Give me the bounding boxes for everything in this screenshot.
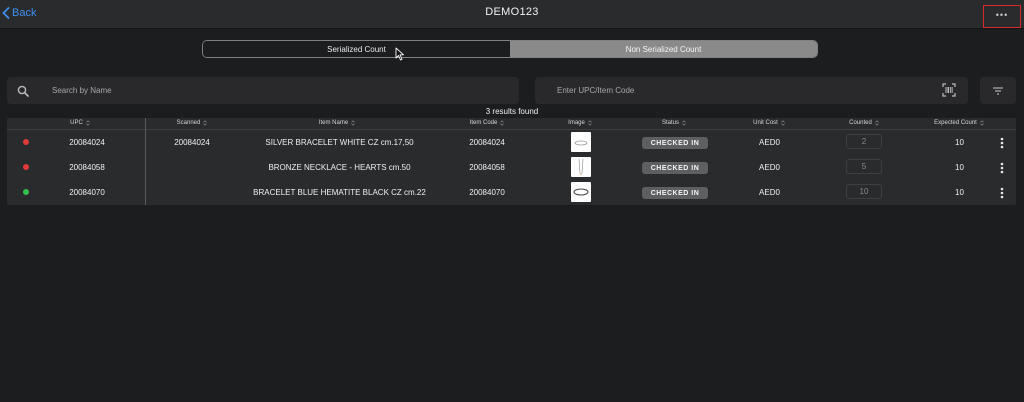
- expected-count-cell: 10: [955, 163, 964, 172]
- sort-icon: [203, 120, 208, 126]
- row-menu-icon[interactable]: [997, 160, 1007, 175]
- upc-input[interactable]: [557, 86, 927, 95]
- column-header-unit-cost[interactable]: Unit Cost: [734, 120, 804, 126]
- sort-icon: [86, 120, 90, 126]
- items-table: UPC Scanned Item Name Item Code Image St…: [7, 118, 1016, 205]
- column-header-status[interactable]: Status: [639, 120, 709, 126]
- status-dot-red: [23, 139, 29, 145]
- count-type-segmented-control: Serialized Count Non Serialized Count: [202, 40, 818, 58]
- upc-search-box: [535, 77, 968, 104]
- results-count: 3 results found: [485, 107, 539, 116]
- item-name-cell: BRONZE NECKLACE - HEARTS cm.50: [268, 163, 411, 172]
- status-badge: CHECKED IN: [642, 137, 708, 149]
- table-row[interactable]: 20084024 20084024 SILVER BRACELET WHITE …: [7, 130, 1016, 155]
- item-code-cell: 20084070: [469, 188, 505, 197]
- page-title: DEMO123: [485, 6, 539, 18]
- top-bar: Back DEMO123 •••: [0, 0, 1024, 29]
- sort-icon: [500, 120, 505, 126]
- column-header-scanned[interactable]: Scanned: [157, 120, 227, 126]
- sort-icon: [781, 120, 785, 126]
- sort-icon: [351, 120, 355, 126]
- tab-serialized-count[interactable]: Serialized Count: [203, 41, 510, 57]
- row-menu-icon[interactable]: [997, 135, 1007, 150]
- more-dots-icon: •••: [995, 10, 1009, 20]
- column-header-item-code[interactable]: Item Code: [452, 120, 522, 126]
- upc-cell: 20084024: [69, 138, 105, 147]
- counted-field[interactable]: 5: [846, 159, 882, 174]
- bracelet-thumbnail-icon[interactable]: [571, 182, 591, 202]
- scanned-cell: [152, 155, 232, 180]
- table-row[interactable]: 20084058 BRONZE NECKLACE - HEARTS cm.50 …: [7, 155, 1016, 180]
- expected-count-cell: 10: [955, 138, 964, 147]
- column-header-image[interactable]: Image: [555, 120, 605, 126]
- column-header-counted[interactable]: Counted: [829, 120, 899, 126]
- bracelet-thumbnail-icon[interactable]: [571, 132, 591, 152]
- column-header-upc[interactable]: UPC: [50, 120, 110, 126]
- status-dot-red: [23, 164, 29, 170]
- search-input[interactable]: [52, 86, 492, 95]
- item-name-cell: BRACELET BLUE HEMATITE BLACK CZ cm.22: [253, 188, 426, 197]
- status-dot-green: [23, 189, 29, 195]
- counted-field[interactable]: 2: [846, 134, 882, 149]
- mouse-cursor-icon: [395, 47, 404, 61]
- column-header-expected-count[interactable]: Expected Count: [909, 120, 1009, 126]
- search-icon: [17, 84, 31, 98]
- counted-field[interactable]: 10: [846, 184, 882, 199]
- sort-icon: [875, 120, 879, 126]
- unit-cost-cell: AED0: [759, 163, 780, 172]
- sort-icon: [980, 120, 984, 126]
- sort-icon: [682, 120, 686, 126]
- unit-cost-cell: AED0: [759, 138, 780, 147]
- status-badge: CHECKED IN: [642, 187, 708, 199]
- table-row[interactable]: 20084070 BRACELET BLUE HEMATITE BLACK CZ…: [7, 180, 1016, 205]
- column-header-item-name[interactable]: Item Name: [287, 120, 387, 126]
- filter-button[interactable]: [980, 77, 1016, 104]
- item-code-cell: 20084024: [469, 138, 505, 147]
- barcode-scan-icon[interactable]: [942, 83, 956, 102]
- more-options-button[interactable]: •••: [983, 5, 1021, 28]
- name-search-box: [7, 77, 519, 104]
- item-code-cell: 20084058: [469, 163, 505, 172]
- table-header: UPC Scanned Item Name Item Code Image St…: [7, 118, 1016, 130]
- sort-icon: [588, 120, 592, 126]
- expected-count-cell: 10: [955, 188, 964, 197]
- upc-cell: 20084070: [69, 188, 105, 197]
- scanned-cell: [152, 180, 232, 205]
- filter-icon: [993, 86, 1003, 95]
- scanned-cell: 20084024: [174, 138, 210, 147]
- tab-non-serialized-count[interactable]: Non Serialized Count: [510, 41, 817, 57]
- item-name-cell: SILVER BRACELET WHITE CZ cm.17,50: [265, 138, 414, 147]
- upc-cell: 20084058: [69, 163, 105, 172]
- row-menu-icon[interactable]: [997, 185, 1007, 200]
- unit-cost-cell: AED0: [759, 188, 780, 197]
- status-badge: CHECKED IN: [642, 162, 708, 174]
- necklace-thumbnail-icon[interactable]: [571, 157, 591, 177]
